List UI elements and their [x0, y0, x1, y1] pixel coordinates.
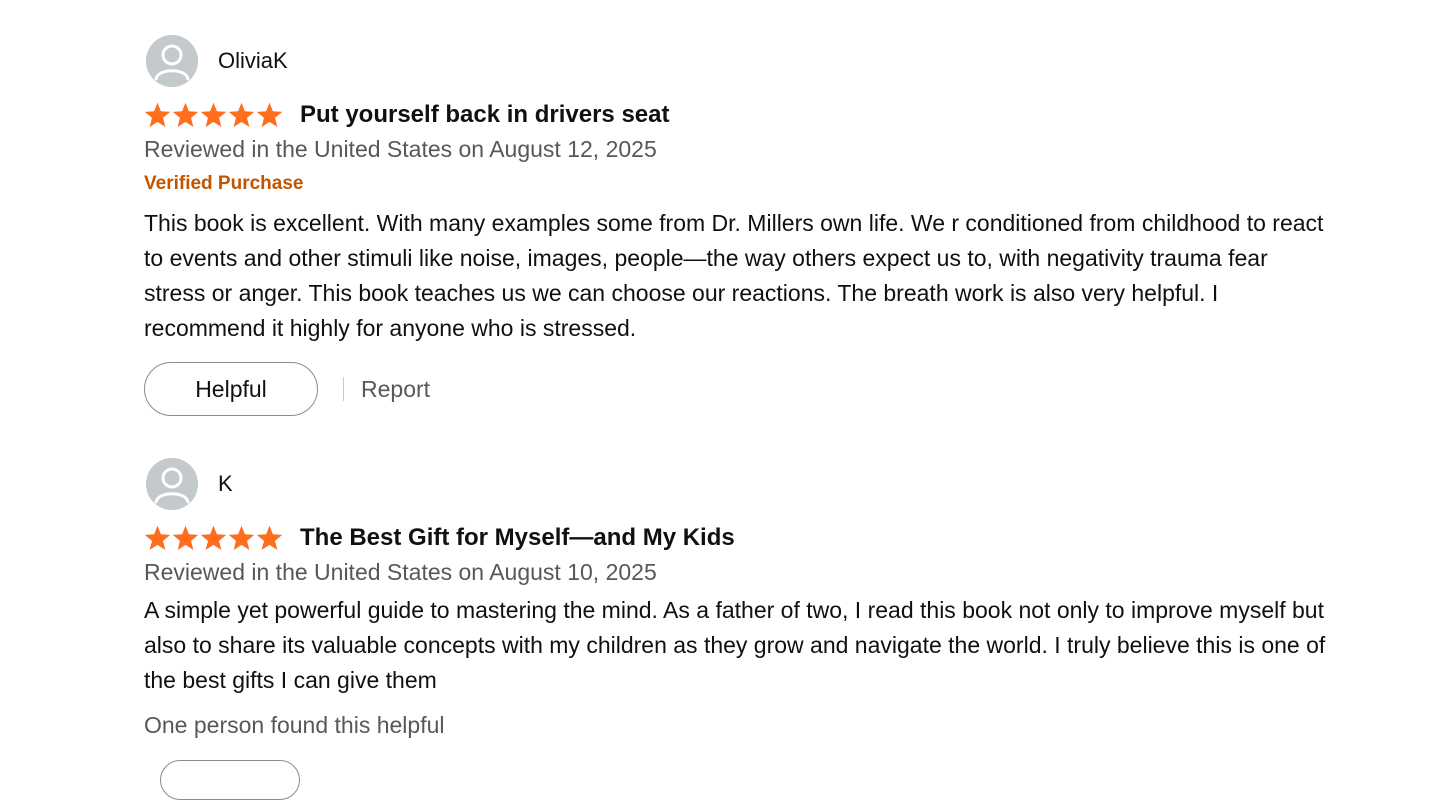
review-card: K The Best Gift for Myself—and My Kids R… — [144, 457, 1334, 739]
star-rating[interactable] — [144, 525, 283, 551]
reviewer-name[interactable]: OliviaK — [218, 48, 288, 74]
star-filled-icon — [172, 525, 199, 551]
star-rating[interactable] — [144, 102, 283, 128]
helpful-button[interactable] — [160, 760, 300, 800]
avatar-icon — [146, 35, 198, 87]
star-filled-icon — [144, 525, 171, 551]
star-filled-icon — [172, 102, 199, 128]
review-date: Reviewed in the United States on August … — [144, 136, 657, 162]
reviewer-profile[interactable]: OliviaK — [144, 34, 1334, 88]
review-card: OliviaK Put yourself back in drivers sea… — [144, 34, 1334, 416]
divider — [343, 377, 344, 401]
report-link[interactable]: Report — [361, 376, 430, 403]
verified-purchase-badge: Verified Purchase — [144, 173, 304, 194]
review-title[interactable]: Put yourself back in drivers seat — [300, 101, 669, 129]
review-actions: Helpful Report — [144, 362, 1334, 416]
star-filled-icon — [200, 102, 227, 128]
review-body: This book is excellent. With many exampl… — [144, 210, 1324, 341]
star-filled-icon — [228, 102, 255, 128]
avatar-icon — [146, 458, 198, 510]
reviewer-name[interactable]: K — [218, 471, 233, 497]
star-filled-icon — [256, 102, 283, 128]
review-title[interactable]: The Best Gift for Myself—and My Kids — [300, 524, 735, 552]
helpful-button[interactable]: Helpful — [144, 362, 318, 416]
star-filled-icon — [256, 525, 283, 551]
review-date: Reviewed in the United States on August … — [144, 559, 657, 585]
reviewer-profile[interactable]: K — [144, 457, 1334, 511]
star-filled-icon — [144, 102, 171, 128]
star-filled-icon — [228, 525, 255, 551]
helpful-count-text: One person found this helpful — [144, 712, 445, 738]
review-body: A simple yet powerful guide to mastering… — [144, 597, 1326, 693]
star-filled-icon — [200, 525, 227, 551]
